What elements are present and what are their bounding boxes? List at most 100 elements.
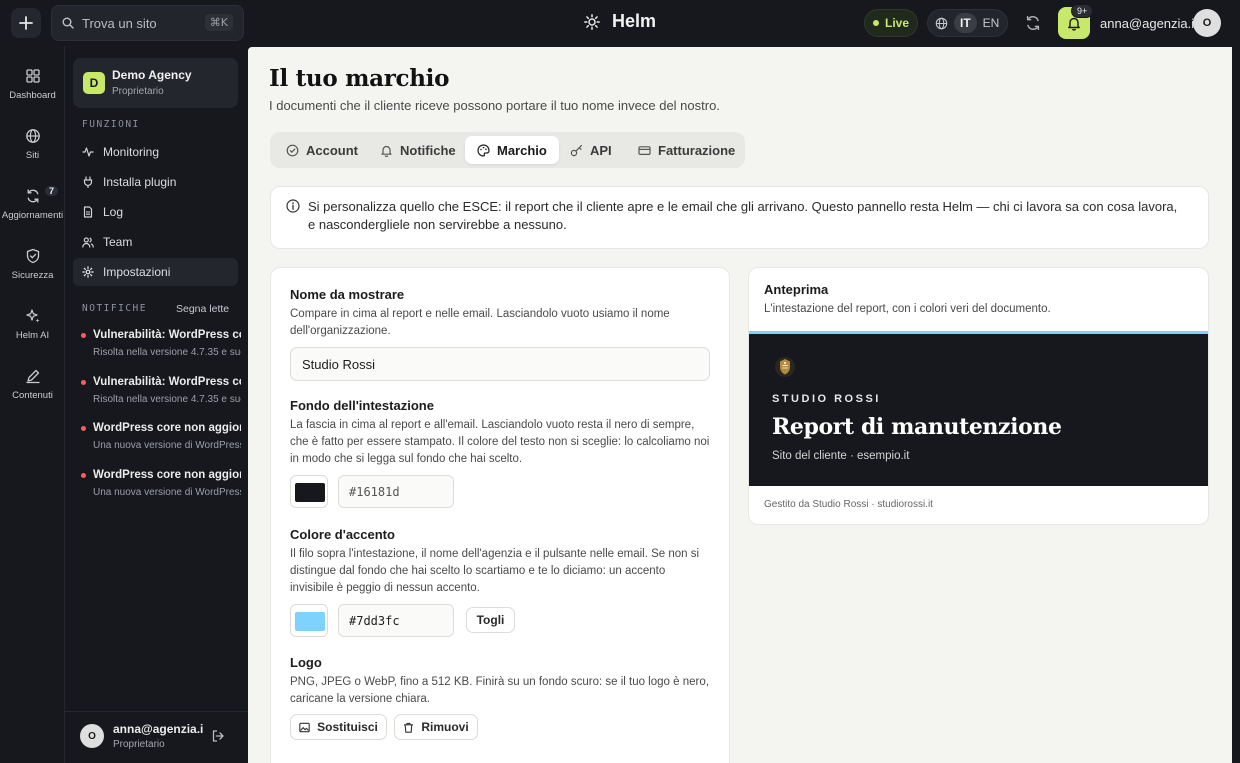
avatar[interactable]: O — [1193, 9, 1221, 37]
agency-crest-icon — [775, 357, 795, 377]
org-switcher[interactable]: D Demo Agency Proprietario — [73, 58, 238, 108]
notification-item[interactable]: Vulnerabilità: WordPress core Risolta ne… — [81, 329, 241, 358]
page-title: Il tuo marchio — [269, 65, 450, 92]
notification-desc: Risolta nella versione 4.7.35 e successi… — [93, 347, 241, 358]
sidebar-item-label: Monitoring — [103, 145, 160, 159]
rail-label: Contenuti — [12, 390, 53, 401]
rail-item-contenuti[interactable]: Contenuti — [0, 368, 65, 401]
top-bar: Trova un sito ⌘K Helm Live IT EN 9+ anna… — [0, 0, 1232, 46]
remove-accent-button[interactable]: Togli — [466, 607, 515, 633]
logout-icon[interactable] — [211, 729, 225, 743]
avatar[interactable]: O — [80, 724, 104, 748]
user-email[interactable]: anna@agenzia.it — [1100, 16, 1198, 31]
notification-item[interactable]: Vulnerabilità: WordPress core Risolta ne… — [81, 376, 241, 405]
unread-dot-icon — [81, 472, 86, 478]
notification-title: WordPress core non aggiornato — [93, 469, 241, 481]
notification-count-badge: 9+ — [1071, 4, 1094, 18]
logo-field-desc: PNG, JPEG o WebP, fino a 512 KB. Finirà … — [290, 676, 709, 705]
unread-dot-icon — [81, 379, 86, 385]
sidebar-user-footer: O anna@agenzia.it Proprietario — [65, 711, 248, 763]
site-search-input[interactable]: Trova un sito ⌘K — [51, 5, 244, 41]
rail-label: Helm AI — [15, 330, 50, 341]
rail-item-sicurezza[interactable]: Sicurezza — [0, 248, 65, 281]
page-subtitle: I documenti che il cliente riceve posson… — [269, 98, 720, 113]
background-hex-input[interactable]: #16181d — [338, 475, 454, 508]
rail-label: Dashboard — [9, 90, 56, 101]
background-color-picker[interactable] — [290, 475, 328, 508]
rail-item-aggiornamenti[interactable]: 7 Aggiornamenti — [0, 186, 65, 221]
globe-icon — [25, 129, 40, 143]
tab-fatturazione[interactable]: Fatturazione — [626, 136, 747, 164]
footer-user-name: anna@agenzia.it — [113, 722, 203, 736]
remove-logo-label: Rimuovi — [421, 720, 469, 734]
rail-item-dashboard[interactable]: Dashboard — [0, 68, 65, 101]
sidebar-item-label: Team — [103, 235, 133, 249]
tab-label: Account — [306, 142, 358, 158]
live-status-button[interactable]: Live — [864, 9, 918, 37]
branding-form-card: Nome da mostrare Compare in cima al repo… — [270, 267, 730, 763]
trash-icon — [404, 722, 414, 733]
settings-tabs: Account Notifiche Marchio API Fatturazio… — [270, 132, 745, 168]
tab-label: Notifiche — [400, 142, 456, 158]
card-icon — [638, 145, 651, 155]
preview-report-title: Report di manutenzione — [772, 414, 1062, 440]
report-header-preview: STUDIO ROSSI Report di manutenzione Sito… — [749, 331, 1208, 486]
notification-title: WordPress core non aggiornato — [93, 422, 241, 434]
notification-title: Vulnerabilità: WordPress core — [93, 329, 241, 341]
preview-title: Anteprima — [764, 282, 829, 297]
preview-card: Anteprima L'intestazione del report, con… — [748, 267, 1209, 525]
sidebar-item-label: Log — [103, 205, 124, 219]
sparkle-icon — [25, 309, 39, 323]
sidebar-item-label: Installa plugin — [103, 175, 177, 189]
org-logo: D — [83, 72, 105, 94]
search-icon — [62, 17, 74, 29]
rail-item-siti[interactable]: Siti — [0, 128, 65, 161]
sidebar-item-installa-plugin[interactable]: Installa plugin — [73, 168, 238, 196]
sidebar-item-impostazioni[interactable]: Impostazioni — [73, 258, 238, 286]
sun-logo-icon — [584, 13, 600, 30]
tab-label: API — [590, 142, 612, 158]
shield-icon — [26, 248, 39, 264]
notifications-section-label: NOTIFICHE — [82, 303, 147, 314]
background-field-title: Fondo dell'intestazione — [290, 398, 434, 413]
sidebar-item-monitoring[interactable]: Monitoring — [73, 138, 238, 166]
sidebar-item-team[interactable]: Team — [73, 228, 238, 256]
grid-icon — [25, 69, 40, 83]
background-field-desc: La fascia in cima al report e all'email.… — [290, 419, 710, 465]
icon-rail: Dashboard Siti 7 Aggiornamenti Sicurezza… — [0, 46, 65, 763]
tab-account[interactable]: Account — [274, 136, 370, 164]
accent-field-desc: Il filo sopra l'intestazione, il nome de… — [290, 548, 700, 594]
unread-dot-icon — [81, 425, 86, 431]
users-icon — [82, 237, 94, 248]
notification-item[interactable]: WordPress core non aggiornato Una nuova … — [81, 422, 241, 451]
name-field-desc: Compare in cima al report e nelle email.… — [290, 308, 670, 337]
lang-option-en[interactable]: EN — [983, 16, 1000, 30]
remove-logo-button[interactable]: Rimuovi — [394, 714, 478, 740]
bell-icon — [381, 145, 392, 157]
main-content: Il tuo marchio I documenti che il client… — [248, 47, 1232, 763]
org-name: Demo Agency — [112, 68, 192, 82]
tab-notifiche[interactable]: Notifiche — [368, 136, 468, 164]
language-switcher[interactable]: IT EN — [927, 9, 1008, 37]
palette-icon — [477, 143, 490, 157]
search-shortcut: ⌘K — [204, 14, 233, 31]
sidebar-item-log[interactable]: Log — [73, 198, 238, 226]
functions-section-label: FUNZIONI — [82, 119, 140, 130]
display-name-input[interactable]: Studio Rossi — [290, 347, 710, 381]
refresh-icon[interactable] — [1024, 14, 1042, 32]
pulse-icon — [82, 147, 94, 157]
rail-label: Siti — [25, 150, 40, 161]
tab-api[interactable]: API — [558, 136, 624, 164]
replace-logo-button[interactable]: Sostituisci — [290, 714, 387, 740]
accent-hex-input[interactable]: #7dd3fc — [338, 604, 454, 637]
mark-read-button[interactable]: Segna lette — [176, 303, 229, 315]
accent-color-picker[interactable] — [290, 604, 328, 637]
notification-item[interactable]: WordPress core non aggiornato Una nuova … — [81, 469, 241, 498]
rail-item-helm-ai[interactable]: Helm AI — [0, 308, 65, 341]
tab-marchio[interactable]: Marchio — [465, 136, 559, 164]
plug-icon — [83, 176, 93, 188]
lang-option-it[interactable]: IT — [954, 13, 977, 33]
preview-report-subtitle: Sito del cliente · esempio.it — [772, 450, 910, 462]
add-site-button[interactable] — [11, 8, 41, 38]
pen-icon — [25, 369, 40, 384]
